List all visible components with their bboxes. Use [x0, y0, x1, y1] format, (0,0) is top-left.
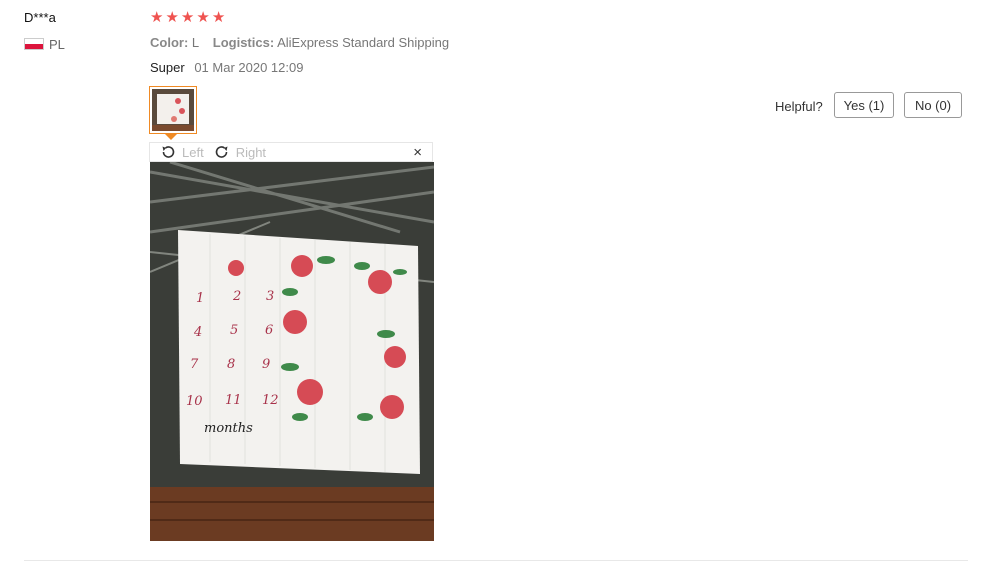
rotate-left-icon: [162, 146, 175, 158]
rotate-right-icon: [215, 146, 228, 158]
photo-caption: months: [204, 421, 253, 436]
review-divider: [24, 560, 968, 561]
close-icon[interactable]: ×: [413, 144, 422, 161]
helpful-yes-button[interactable]: Yes (1): [834, 92, 894, 118]
photo-number: 7: [190, 357, 199, 372]
photo-number: 9: [262, 357, 270, 372]
photo-number: 5: [230, 323, 238, 338]
star-icon: ★: [165, 9, 179, 26]
review-photo-thumbnail[interactable]: [149, 86, 197, 134]
review-text: Super: [150, 60, 185, 75]
thumbnail-caret: [165, 134, 177, 140]
photo-number: 8: [227, 357, 235, 372]
photo-number: 3: [266, 289, 274, 304]
reviewer-country: PL: [49, 37, 65, 52]
helpful-no-button[interactable]: No (0): [904, 92, 962, 118]
rotate-right-label: Right: [235, 144, 267, 160]
photo-number: 11: [225, 393, 242, 408]
review-photo: 1 2 3 4 5 6 7 8 9 10 11 12 months: [150, 162, 434, 541]
star-icon: ★: [211, 9, 226, 26]
review-meta: Color: L Logistics: AliExpress Standard …: [150, 35, 459, 50]
color-value: L: [191, 35, 200, 50]
photo-number: 2: [232, 289, 241, 304]
review-body: Super 01 Mar 2020 12:09: [150, 60, 303, 75]
rating-stars: ★ ★ ★ ★ ★: [150, 10, 225, 26]
star-icon: ★: [150, 9, 164, 26]
rotate-right-button[interactable]: Right: [214, 144, 266, 160]
rotate-left-button[interactable]: Left: [160, 144, 204, 160]
review-date: 01 Mar 2020 12:09: [194, 60, 304, 75]
photo-viewer-toolbar: Left Right ×: [149, 142, 433, 162]
photo-number: 4: [193, 325, 202, 340]
star-icon: ★: [180, 9, 195, 26]
logistics-value: AliExpress Standard Shipping: [277, 35, 450, 50]
star-icon: ★: [196, 9, 210, 26]
photo-number: 10: [186, 394, 203, 409]
photo-number: 1: [196, 291, 204, 306]
rotate-left-label: Left: [182, 144, 204, 160]
photo-number: 12: [262, 393, 279, 408]
country-flag-icon: [24, 38, 44, 50]
helpful-label: Helpful?: [775, 99, 823, 114]
reviewer-name: D***a: [24, 10, 56, 25]
photo-number: 6: [265, 323, 273, 338]
logistics-label: Logistics:: [212, 35, 275, 50]
color-label: Color:: [150, 35, 189, 50]
